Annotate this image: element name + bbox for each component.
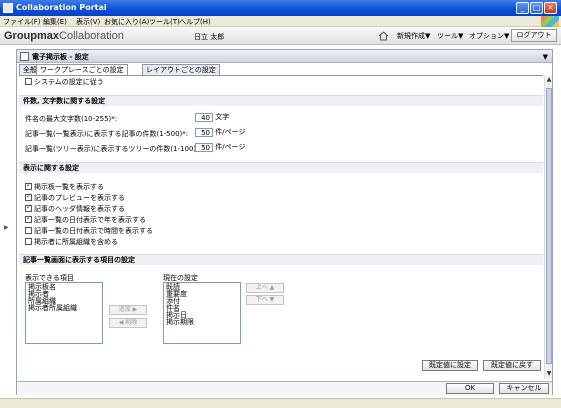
set-default-button[interactable]: 既定値に設定 xyxy=(422,360,478,371)
portlet-title: 電子掲示板 - 設定 xyxy=(32,53,89,61)
cancel-button[interactable]: キャンセル xyxy=(499,383,549,394)
add-button[interactable]: 追加 ▶ xyxy=(109,305,147,315)
display-option[interactable]: 記事のヘッダ情報を表示する xyxy=(25,203,125,214)
subject-length-label: 件名の最大文字数(10-255)*: xyxy=(25,115,118,123)
display-option[interactable]: 記事一覧の日付表示で年を表示する xyxy=(25,214,146,225)
menu-help[interactable]: ヘルプ(H) xyxy=(179,17,211,27)
option-menu[interactable]: オプション▼ xyxy=(469,31,509,41)
menu-file[interactable]: ファイル(F) xyxy=(3,17,41,27)
scroll-thumb[interactable] xyxy=(546,88,552,364)
list-count-label: 記事一覧(一覧表示)に表示する記事の件数(1-500)*: xyxy=(25,130,189,138)
display-option-label: 記事一覧の日付表示で時間を表示する xyxy=(34,227,153,235)
portlet-titlebar: 電子掲示板 - 設定 ▼ xyxy=(17,50,552,63)
remove-button[interactable]: ◀ 削除 xyxy=(109,318,147,328)
menu-edit[interactable]: 編集(E) xyxy=(43,17,67,27)
app-header: GroupmaxCollaboration 日立 太郎 新規作成▼ ツール▼ オ… xyxy=(0,28,561,45)
logo-bold: Groupmax xyxy=(4,30,60,42)
subject-length-row: 件名の最大文字数(10-255)*: xyxy=(25,114,117,124)
tree-count-row: 記事一覧(ツリー表示)に表示するツリーの件数(1-100)*: xyxy=(25,144,202,154)
checkbox[interactable] xyxy=(25,181,32,190)
list-count-input[interactable]: 50 xyxy=(195,127,213,137)
user-name: 日立 太郎 xyxy=(194,33,225,41)
list-item[interactable]: 掲示期限 xyxy=(166,319,238,326)
display-option-label: 記事一覧の日付表示で年を表示する xyxy=(34,216,146,224)
list-item[interactable]: 掲示者所属組織 xyxy=(28,305,100,312)
display-option-label: 掲示板一覧を表示する xyxy=(34,183,104,191)
subject-length-unit: 文字 xyxy=(215,113,230,121)
new-menu[interactable]: 新規作成▼ xyxy=(397,31,430,41)
list-count-input-row: 50 件/ページ xyxy=(195,127,245,137)
display-option[interactable]: 掲示板一覧を表示する xyxy=(25,181,104,192)
tree-count-input[interactable]: 50 xyxy=(195,142,213,152)
display-option[interactable]: 掲示者に所属組織を含める xyxy=(25,237,118,247)
display-option[interactable]: 記事のプレビューを表示する xyxy=(25,192,125,203)
checkbox[interactable] xyxy=(25,238,32,245)
dialog-footer: OK キャンセル xyxy=(17,381,552,395)
scroll-up-icon[interactable]: ▲ xyxy=(545,76,553,84)
display-option-label: 記事のヘッダ情報を表示する xyxy=(34,205,125,213)
subject-length-input-row: 40 文字 xyxy=(195,112,229,122)
status-bar xyxy=(0,398,561,408)
list-count-unit: 件/ページ xyxy=(215,128,246,136)
subject-length-input[interactable]: 40 xyxy=(195,112,213,122)
list-section-header: 記事一覧画面に表示する項目の設定 xyxy=(19,254,543,265)
home-icon[interactable] xyxy=(378,31,389,41)
display-section-header: 表示に関する設定 xyxy=(19,162,543,173)
maximize-button[interactable]: □ xyxy=(530,2,543,14)
tree-count-input-row: 50 件/ページ xyxy=(195,142,245,152)
ok-button[interactable]: OK xyxy=(446,383,494,394)
close-button[interactable]: × xyxy=(544,2,557,14)
tab-layout[interactable]: レイアウトごとの設定 xyxy=(142,64,220,75)
menu-view[interactable]: 表示(V) xyxy=(76,17,100,27)
logo-light: Collaboration xyxy=(59,30,124,42)
tab-workplace[interactable]: ワークプレースごとの設定 xyxy=(36,64,128,75)
list-count-row: 記事一覧(一覧表示)に表示する記事の件数(1-500)*: xyxy=(25,129,188,139)
window-titlebar: Collaboration Portal _ □ × xyxy=(0,0,561,16)
windows-logo-icon xyxy=(541,16,559,27)
restore-default-button[interactable]: 既定値に戻す xyxy=(483,360,541,371)
checkbox[interactable] xyxy=(25,203,32,212)
scroll-down-icon[interactable]: ▼ xyxy=(545,370,553,378)
menu-favorites[interactable]: お気に入り(A) xyxy=(104,17,149,27)
display-option-label: 記事のプレビューを表示する xyxy=(34,194,125,202)
tree-count-unit: 件/ページ xyxy=(215,143,246,151)
display-option[interactable]: 記事一覧の日付表示で時間を表示する xyxy=(25,226,153,236)
logo: GroupmaxCollaboration xyxy=(4,30,124,42)
checkbox[interactable] xyxy=(25,192,32,201)
menu-bar: ファイル(F) 編集(E) 表示(V) お気に入り(A) ツール(T) ヘルプ(… xyxy=(0,16,561,27)
window-title: Collaboration Portal xyxy=(16,3,107,12)
use-system-label: システムの設定に従う xyxy=(34,78,104,86)
tree-count-label: 記事一覧(ツリー表示)に表示するツリーの件数(1-100)*: xyxy=(25,145,202,153)
tool-menu[interactable]: ツール▼ xyxy=(437,31,463,41)
count-section-header: 件数, 文字数に関する設定 xyxy=(19,95,543,106)
checkbox[interactable] xyxy=(25,214,32,223)
portlet-menu-icon[interactable]: ▼ xyxy=(543,53,548,61)
menu-tools[interactable]: ツール(T) xyxy=(149,17,180,27)
move-up-button[interactable]: 上へ ▲ xyxy=(246,283,284,293)
current-items-list[interactable]: 既読 重要度 添付 件名 掲示日 掲示期限 xyxy=(163,282,241,344)
display-option-label: 掲示者に所属組織を含める xyxy=(34,238,118,246)
app-icon xyxy=(3,3,13,13)
settings-content: システムの設定に従う 件数, 文字数に関する設定 件名の最大文字数(10-255… xyxy=(19,75,543,379)
minimize-button[interactable]: _ xyxy=(516,2,529,14)
vertical-scrollbar[interactable]: ▲ ▼ xyxy=(544,76,552,379)
checkbox[interactable] xyxy=(25,227,32,234)
settings-portlet: 電子掲示板 - 設定 ▼ 全般 ワークプレースごとの設定 レイアウトごとの設定 … xyxy=(16,49,553,395)
frame-splitter-icon[interactable]: ▶ xyxy=(4,224,9,231)
portlet-icon xyxy=(20,52,29,61)
use-system-checkbox[interactable] xyxy=(25,78,32,85)
available-items-list[interactable]: 掲示板名 掲示者 所属組織 掲示者所属組織 xyxy=(25,282,103,344)
move-down-button[interactable]: 下へ ▼ xyxy=(246,295,284,305)
logout-button[interactable]: ログアウト xyxy=(511,29,557,42)
use-system-setting[interactable]: システムの設定に従う xyxy=(25,77,104,87)
